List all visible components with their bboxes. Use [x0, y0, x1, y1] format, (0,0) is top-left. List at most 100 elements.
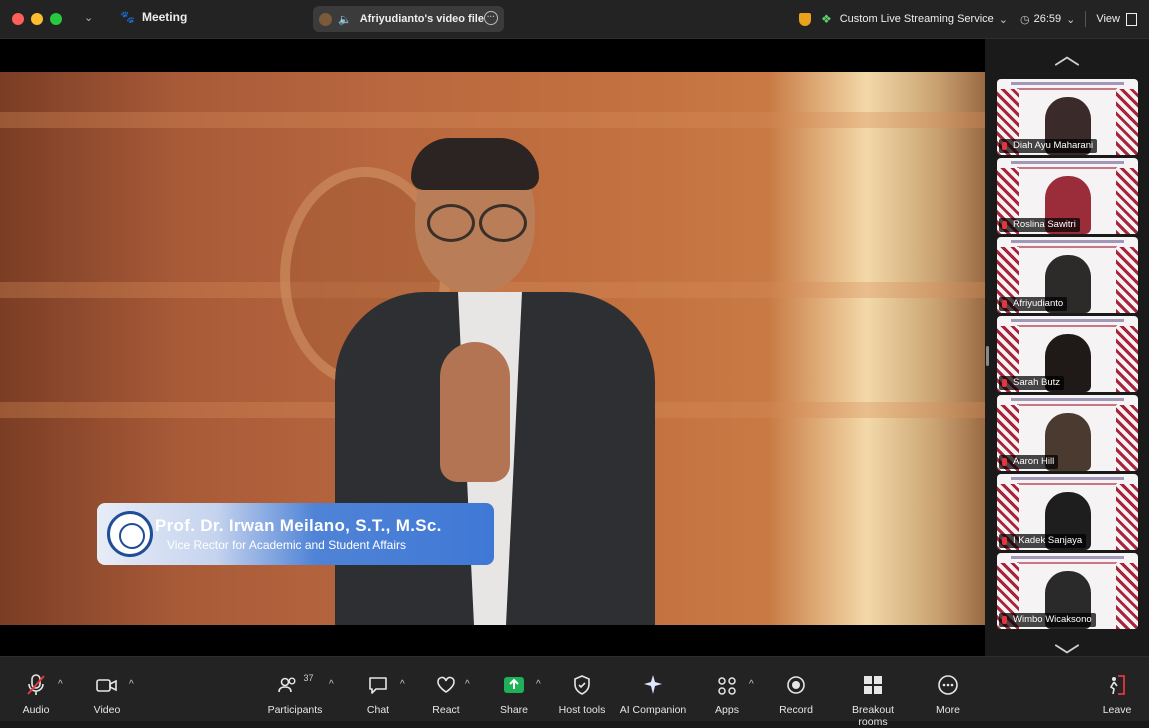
participant-tile[interactable]: Sarah Butz — [997, 316, 1138, 392]
shared-content-pill[interactable]: 🔈 Afriyudianto's video file ··· — [313, 6, 504, 32]
participant-tile[interactable]: Diah Ayu Maharani — [997, 79, 1138, 155]
meeting-toolbar: Audio ^ Video ^ 37 Participants ^ Chat ^… — [0, 656, 1149, 728]
title-bar: ⌄ 🐾 Meeting 🔈 Afriyudianto's video file … — [0, 0, 1149, 39]
breakout-rooms-button[interactable]: Breakout rooms — [836, 657, 910, 728]
chevron-down-icon[interactable]: ⌄ — [999, 13, 1008, 26]
more-options-icon[interactable]: ··· — [484, 11, 498, 25]
meeting-label: Meeting — [141, 10, 188, 24]
tile-banner-header — [1011, 319, 1124, 322]
participant-name: Wimbo Wicaksono — [1013, 614, 1092, 625]
muted-mic-icon — [1002, 379, 1007, 387]
share-options-caret-icon[interactable]: ^ — [536, 679, 541, 690]
speaker-hands — [440, 342, 510, 482]
participant-tile[interactable]: Aaron Hill — [997, 395, 1138, 471]
video-button[interactable]: Video — [90, 657, 124, 721]
record-button[interactable]: Record — [776, 657, 816, 721]
meeting-menu[interactable]: 🐾 Meeting — [120, 10, 187, 24]
participant-name: Afriyudianto — [1013, 298, 1064, 309]
tile-banner-subheader — [1017, 167, 1117, 169]
more-dots-icon — [932, 673, 964, 701]
ai-companion-label: AI Companion — [619, 704, 687, 716]
divider — [1085, 11, 1087, 27]
video-label: Video — [93, 704, 121, 716]
chevron-down-icon[interactable]: ⌄ — [1066, 13, 1075, 26]
tile-banner-header — [1011, 240, 1124, 243]
apps-button[interactable]: Apps — [712, 657, 742, 721]
meeting-timer: 26:59 — [1033, 13, 1062, 25]
react-options-caret-icon[interactable]: ^ — [465, 679, 470, 690]
batik-pattern-right — [1116, 247, 1138, 313]
apps-icon — [712, 673, 742, 701]
participant-tile[interactable]: I Kadek Sanjaya — [997, 474, 1138, 550]
participant-name: Diah Ayu Maharani — [1013, 140, 1094, 151]
batik-pattern-right — [1116, 484, 1138, 550]
university-logo — [107, 511, 153, 557]
chat-options-caret-icon[interactable]: ^ — [400, 679, 405, 690]
leave-button[interactable]: Leave — [1101, 657, 1133, 721]
batik-pattern-right — [1116, 89, 1138, 155]
muted-mic-icon — [1002, 537, 1007, 545]
minimize-window-button[interactable] — [31, 13, 43, 25]
apps-options-caret-icon[interactable]: ^ — [749, 679, 754, 690]
participant-gallery: ︿ Diah Ayu Maharani Roslina Sawitri Afriyu… — [985, 39, 1149, 670]
participants-count: 37 — [303, 673, 314, 683]
zoom-paw-icon: 🐾 — [120, 10, 135, 24]
more-label: More — [936, 704, 960, 716]
muted-mic-icon — [1002, 300, 1007, 308]
participant-name-tag: Roslina Sawitri — [999, 218, 1080, 232]
tile-banner-subheader — [1017, 404, 1117, 406]
lower-third-name: Prof. Dr. Irwan Meilano, S.T., M.Sc. — [155, 516, 442, 535]
speaker-hair — [411, 138, 539, 190]
video-options-caret-icon[interactable]: ^ — [129, 679, 134, 690]
react-button[interactable]: React — [430, 657, 462, 721]
leave-label: Leave — [1102, 704, 1132, 716]
chevron-down-icon[interactable]: ⌄ — [84, 11, 93, 24]
ai-companion-button[interactable]: AI Companion — [618, 657, 688, 721]
sharer-avatar — [319, 12, 332, 26]
tile-banner-header — [1011, 477, 1124, 480]
gallery-resize-handle[interactable] — [986, 346, 989, 366]
gallery-scroll-up-icon[interactable]: ︿ — [1051, 42, 1083, 68]
chat-bubble-icon — [362, 673, 394, 701]
tile-banner-subheader — [1017, 246, 1117, 248]
more-button[interactable]: More — [932, 657, 964, 721]
fullscreen-window-button[interactable] — [50, 13, 62, 25]
participant-name: I Kadek Sanjaya — [1013, 535, 1083, 546]
breakout-grid-icon — [836, 673, 910, 701]
participant-tile[interactable]: Afriyudianto — [997, 237, 1138, 313]
muted-mic-icon — [1002, 142, 1007, 150]
lower-third-title: Vice Rector for Academic and Student Aff… — [167, 538, 407, 552]
chat-label: Chat — [366, 704, 390, 716]
tile-banner-header — [1011, 82, 1124, 85]
muted-mic-icon — [18, 673, 54, 701]
video-camera-icon — [90, 673, 124, 701]
participant-tile[interactable]: Roslina Sawitri — [997, 158, 1138, 234]
participants-icon — [277, 677, 296, 693]
shared-content-label: Afriyudianto's video file — [359, 13, 484, 25]
participants-label: Participants — [267, 704, 323, 716]
live-service-label[interactable]: Custom Live Streaming Service — [840, 13, 994, 25]
view-button[interactable]: View — [1096, 13, 1120, 25]
host-tools-button[interactable]: Host tools — [556, 657, 608, 721]
participant-name: Aaron Hill — [1013, 456, 1055, 467]
view-layout-icon[interactable] — [1126, 12, 1137, 26]
security-shield-icon[interactable] — [798, 12, 811, 26]
tile-banner-header — [1011, 161, 1124, 164]
participant-name-tag: Sarah Butz — [999, 376, 1064, 390]
shared-video: Prof. Dr. Irwan Meilano, S.T., M.Sc. Vic… — [0, 72, 985, 625]
share-button[interactable]: Share — [497, 657, 531, 721]
lower-third: Prof. Dr. Irwan Meilano, S.T., M.Sc. Vic… — [97, 503, 494, 565]
record-label: Record — [779, 704, 813, 716]
record-icon — [776, 673, 816, 701]
participants-button[interactable]: 37 Participants — [262, 657, 328, 721]
audio-button[interactable]: Audio — [18, 657, 54, 721]
participant-name-tag: Diah Ayu Maharani — [999, 139, 1098, 153]
chat-button[interactable]: Chat — [362, 657, 394, 721]
participant-tile[interactable]: Wimbo Wicaksono — [997, 553, 1138, 629]
participants-options-caret-icon[interactable]: ^ — [329, 679, 334, 690]
batik-pattern-right — [1116, 168, 1138, 234]
audio-options-caret-icon[interactable]: ^ — [58, 679, 63, 690]
close-window-button[interactable] — [12, 13, 24, 25]
timer-icon: ◷ — [1019, 13, 1030, 26]
speaker-glasses — [423, 204, 527, 242]
